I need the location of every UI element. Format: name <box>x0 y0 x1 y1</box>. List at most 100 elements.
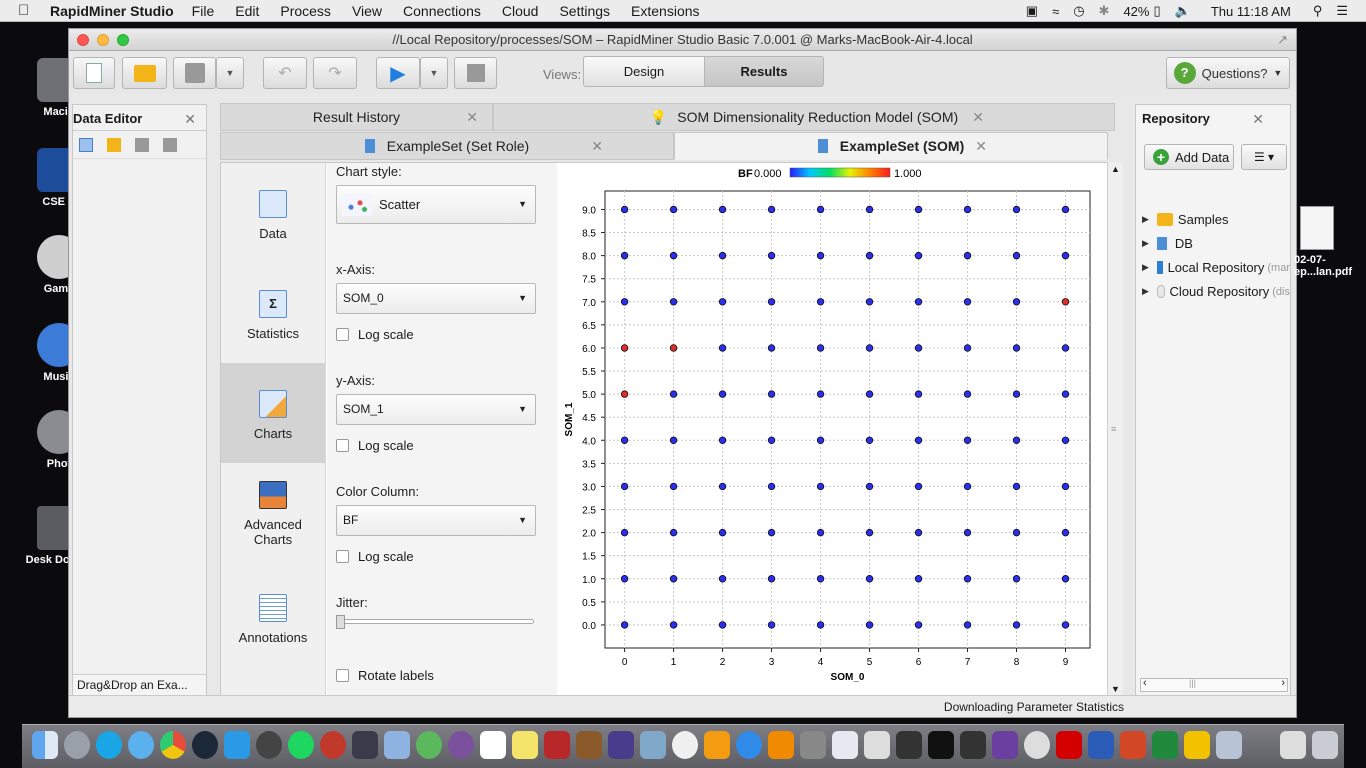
excel-icon[interactable] <box>1152 731 1178 759</box>
expand-arrow-icon[interactable]: ▶ <box>1142 214 1149 225</box>
expand-arrow-icon[interactable]: ▶ <box>1142 238 1149 249</box>
textedit-icon[interactable] <box>832 731 858 759</box>
word-icon[interactable] <box>1088 731 1114 759</box>
menu-cloud[interactable]: Cloud <box>502 3 539 19</box>
scroll-right-arrow-icon[interactable]: › <box>1281 677 1285 689</box>
repo-item-local-repository[interactable]: ▶ Local Repository (mar <box>1142 260 1290 275</box>
app-store-icon[interactable] <box>736 731 762 759</box>
y-log-scale-checkbox[interactable]: Log scale <box>336 438 414 453</box>
chrome-icon[interactable] <box>160 731 186 759</box>
repository-menu-button[interactable]: ☰ ▾ <box>1241 144 1287 170</box>
tab-som-model[interactable]: 💡 SOM Dimensionality Reduction Model (SO… <box>493 103 1115 131</box>
joystick-icon[interactable] <box>352 731 378 759</box>
vlc-icon[interactable] <box>768 731 794 759</box>
nav-advanced-charts[interactable]: Advanced Charts <box>221 463 325 563</box>
clock[interactable]: Thu 11:18 AM <box>1211 4 1291 19</box>
add-data-button[interactable]: + Add Data <box>1144 144 1234 170</box>
dvd-player-icon[interactable] <box>256 731 282 759</box>
menu-connections[interactable]: Connections <box>403 3 481 19</box>
audio-app-icon[interactable] <box>960 731 986 759</box>
expand-arrow-icon[interactable]: ▶ <box>1142 286 1149 297</box>
zoom-window-button[interactable] <box>117 34 129 46</box>
menu-view[interactable]: View <box>352 3 382 19</box>
view-design-button[interactable]: Design <box>583 56 705 87</box>
scroll-grip-icon[interactable]: ||| <box>1189 678 1196 688</box>
run-process-button[interactable]: ▶ <box>376 57 420 89</box>
desktop-file-pdf[interactable]: 02-07- ep...lan.pdf <box>1294 206 1366 278</box>
color-column-select[interactable]: BF ▼ <box>336 505 536 536</box>
close-panel-icon[interactable]: ✕ <box>184 105 196 133</box>
new-process-button[interactable] <box>73 57 115 89</box>
color-log-scale-checkbox[interactable]: Log scale <box>336 549 414 564</box>
time-machine-icon[interactable]: ◷ <box>1073 3 1084 19</box>
table-icon[interactable] <box>79 137 93 152</box>
safari-icon[interactable] <box>128 731 154 759</box>
repo-item-db[interactable]: ▶ DB <box>1142 236 1290 251</box>
launchpad-icon[interactable] <box>64 731 90 759</box>
battery-icon[interactable]: ▯ <box>1153 3 1160 19</box>
volume-icon[interactable]: 🔈 <box>1175 3 1191 19</box>
menu-extensions[interactable]: Extensions <box>631 3 699 19</box>
close-tab-icon[interactable]: ✕ <box>591 138 603 155</box>
scroll-up-arrow-icon[interactable]: ▲ <box>1111 164 1120 174</box>
stickies-icon[interactable] <box>512 731 538 759</box>
system-preferences-icon[interactable] <box>800 731 826 759</box>
minimize-window-button[interactable] <box>97 34 109 46</box>
jitter-slider[interactable] <box>336 615 534 629</box>
y-axis-select[interactable]: SOM_1 ▼ <box>336 394 536 425</box>
itunes-icon[interactable] <box>672 731 698 759</box>
save-process-button[interactable] <box>173 57 216 89</box>
repo-item-samples[interactable]: ▶ Samples <box>1142 212 1290 227</box>
wifi-icon[interactable]: ≈ <box>1052 4 1059 19</box>
filezilla-icon[interactable] <box>1056 731 1082 759</box>
rotate-labels-checkbox[interactable]: Rotate labels <box>336 668 434 683</box>
powerpoint-icon[interactable] <box>1120 731 1146 759</box>
steam-icon[interactable] <box>192 731 218 759</box>
downloads-stack-icon[interactable] <box>1280 731 1306 759</box>
view-results-button[interactable]: Results <box>704 56 824 87</box>
close-window-button[interactable] <box>77 34 89 46</box>
imovie-icon[interactable] <box>608 731 634 759</box>
redo-button[interactable]: ↷ <box>313 57 357 89</box>
menu-settings[interactable]: Settings <box>559 3 610 19</box>
save-options-dropdown[interactable]: ▼ <box>216 57 244 89</box>
close-panel-icon[interactable]: ✕ <box>1252 105 1264 133</box>
questions-button[interactable]: ? Questions? ▼ <box>1166 57 1290 89</box>
run-options-dropdown[interactable]: ▼ <box>420 57 448 89</box>
checkbox-box[interactable] <box>336 669 349 682</box>
nav-annotations[interactable]: Annotations <box>221 567 325 667</box>
open-process-button[interactable] <box>122 57 167 89</box>
apple-menu-icon[interactable]:  <box>18 2 42 19</box>
x-log-scale-checkbox[interactable]: Log scale <box>336 327 414 342</box>
checkbox-box[interactable] <box>336 439 349 452</box>
app-red-icon[interactable] <box>320 731 346 759</box>
menu-file[interactable]: File <box>192 3 215 19</box>
scroll-down-arrow-icon[interactable]: ▼ <box>1111 684 1120 694</box>
content-vertical-scrollbar[interactable]: ▲ ≡ ▼ <box>1107 162 1123 696</box>
display-icon[interactable]: ▣ <box>1026 3 1038 19</box>
x-axis-select[interactable]: SOM_0 ▼ <box>336 283 536 314</box>
trash-icon[interactable] <box>1312 731 1338 759</box>
photo-booth-icon[interactable] <box>544 731 570 759</box>
calendar-icon[interactable] <box>480 731 506 759</box>
skype-icon[interactable] <box>96 731 122 759</box>
checkbox-box[interactable] <box>336 328 349 341</box>
spotify-icon[interactable] <box>288 731 314 759</box>
nav-statistics[interactable]: Σ Statistics <box>221 263 325 363</box>
preview-icon[interactable] <box>640 731 666 759</box>
viber-icon[interactable] <box>448 731 474 759</box>
slider-handle[interactable] <box>336 615 345 629</box>
close-tab-icon[interactable]: ✕ <box>975 138 987 155</box>
save-disk-icon[interactable] <box>135 137 149 152</box>
pac-app-icon[interactable] <box>1024 731 1050 759</box>
scroll-grip-icon[interactable]: ≡ <box>1111 424 1116 434</box>
menu-process[interactable]: Process <box>280 3 331 19</box>
tab-result-history[interactable]: Result History ✕ <box>220 103 493 131</box>
menu-edit[interactable]: Edit <box>235 3 259 19</box>
outlook-icon[interactable] <box>1184 731 1210 759</box>
gamepad-icon[interactable] <box>384 731 410 759</box>
nav-data[interactable]: Data <box>221 163 325 263</box>
nav-charts[interactable]: Charts <box>221 363 325 463</box>
ibooks-icon[interactable] <box>704 731 730 759</box>
close-tab-icon[interactable]: ✕ <box>466 109 478 126</box>
